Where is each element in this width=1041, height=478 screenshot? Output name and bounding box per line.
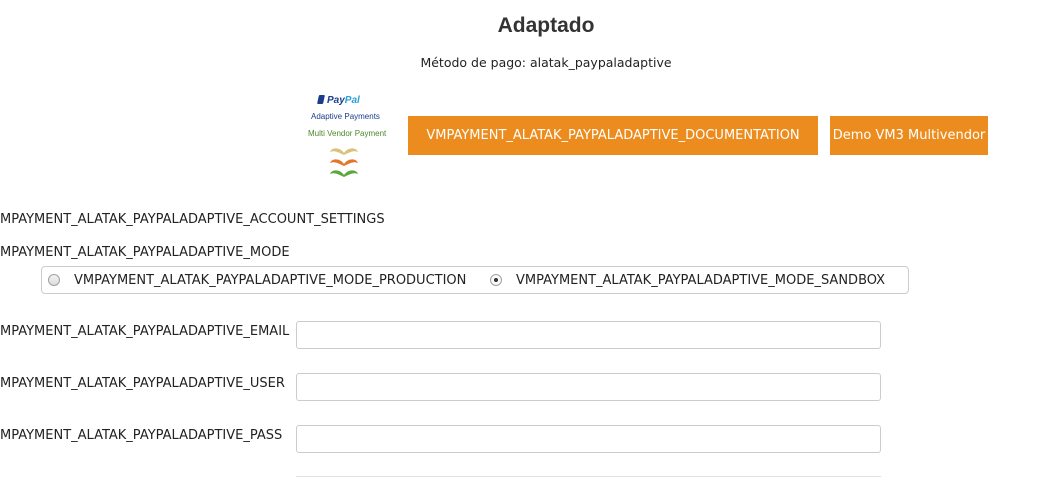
- paypal-mark-icon: [317, 95, 325, 104]
- payment-settings-page: Adaptado Método de pago: alatak_paypalad…: [0, 0, 1041, 478]
- paypal-logo-text: PayPal: [317, 95, 360, 106]
- form-divider: [296, 476, 881, 477]
- multi-vendor-payment-text: Multi Vendor Payment: [308, 129, 387, 138]
- page-title: Adaptado: [497, 14, 595, 37]
- payment-method-subtitle: Método de pago: alatak_paypaladaptive: [420, 55, 672, 70]
- paypal-logo-pal: Pal: [344, 95, 360, 106]
- adaptive-payments-text: Adaptive Payments: [311, 112, 380, 121]
- documentation-button[interactable]: VMPAYMENT_ALATAK_PAYPALADAPTIVE_DOCUMENT…: [408, 116, 818, 155]
- email-field[interactable]: [296, 321, 881, 349]
- mode-sandbox-label[interactable]: VMPAYMENT_ALATAK_PAYPALADAPTIVE_MODE_SAN…: [516, 273, 885, 288]
- mode-label: MPAYMENT_ALATAK_PAYPALADAPTIVE_MODE: [0, 245, 290, 260]
- paypal-logo-pay: Pay: [327, 95, 345, 106]
- email-label: MPAYMENT_ALATAK_PAYPALADAPTIVE_EMAIL: [0, 324, 290, 339]
- user-label: MPAYMENT_ALATAK_PAYPALADAPTIVE_USER: [0, 376, 285, 391]
- mode-sandbox-radio[interactable]: [490, 274, 502, 286]
- mustache-icon: [330, 148, 358, 177]
- account-settings-heading: MPAYMENT_ALATAK_PAYPALADAPTIVE_ACCOUNT_S…: [0, 212, 385, 227]
- paypal-adaptive-logo: PayPal Adaptive Payments Multi Vendor Pa…: [304, 92, 394, 184]
- mode-production-label[interactable]: VMPAYMENT_ALATAK_PAYPALADAPTIVE_MODE_PRO…: [74, 273, 466, 288]
- mode-radio-group: VMPAYMENT_ALATAK_PAYPALADAPTIVE_MODE_PRO…: [41, 266, 909, 294]
- password-field[interactable]: [296, 425, 881, 453]
- demo-vm3-multivendor-button[interactable]: Demo VM3 Multivendor: [830, 116, 988, 155]
- user-field[interactable]: [296, 373, 881, 401]
- mode-production-radio[interactable]: [48, 274, 60, 286]
- password-label: MPAYMENT_ALATAK_PAYPALADAPTIVE_PASS: [0, 428, 283, 443]
